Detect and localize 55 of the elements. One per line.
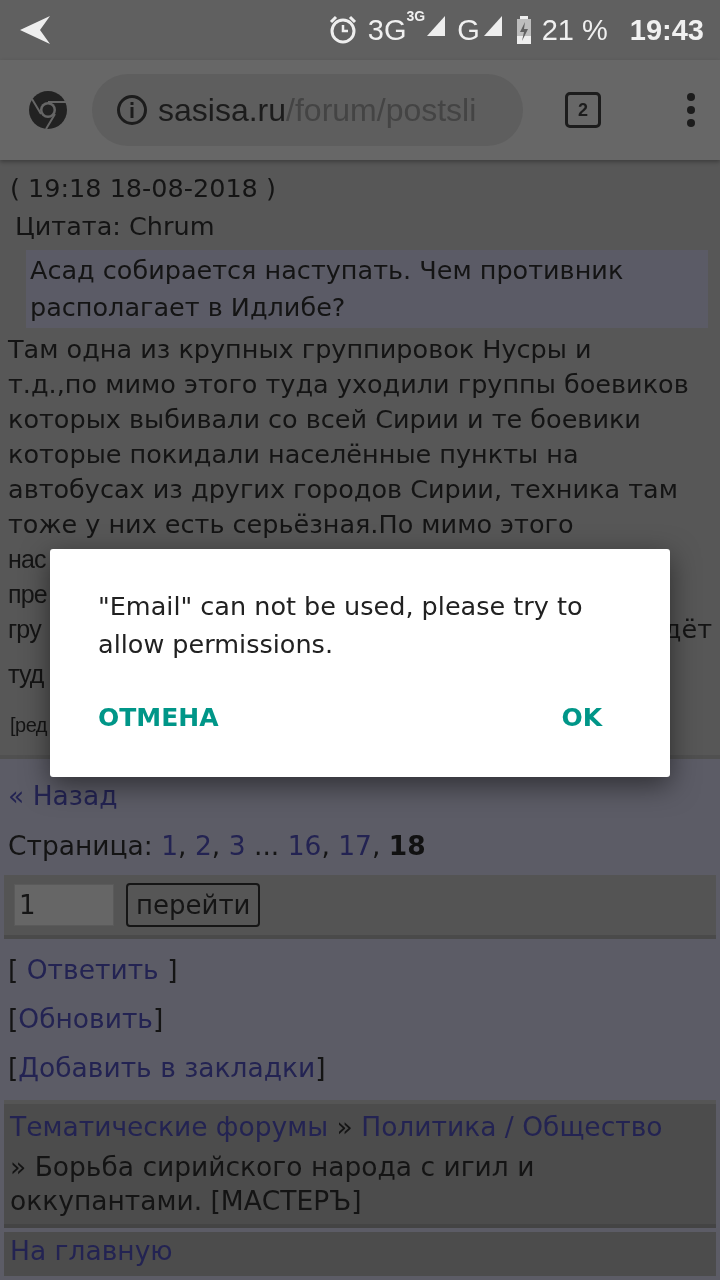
menu-icon[interactable] — [686, 92, 696, 128]
page-link[interactable]: 16 — [287, 830, 322, 861]
bracket: [ — [8, 1002, 19, 1036]
page-link[interactable]: 2 — [194, 830, 212, 861]
action-link[interactable]: Добавить в закладки — [18, 1051, 316, 1085]
separator: , — [178, 830, 188, 861]
post-text: Там одна из крупных группировок Нусры и — [8, 333, 592, 366]
browser-logo-icon — [28, 90, 68, 130]
bracket: [ — [8, 953, 20, 987]
bracket: ] — [166, 953, 178, 987]
bracket: ] — [315, 1051, 326, 1085]
bracket: ] — [153, 1002, 164, 1036]
dialog-message: "Email" can not be used, please try to allow permissions. — [98, 590, 584, 661]
go-button[interactable]: перейти — [126, 883, 261, 927]
alarm-clock-icon — [327, 15, 358, 45]
topic-title: » Борьба сирийского народа с игил и оккупантами. [МАСТЕРЪ] — [10, 1150, 536, 1218]
dialog-button[interactable]: ОТМЕНА — [98, 699, 219, 737]
quote-author: Цитата: Chrum — [15, 210, 216, 243]
edit-link[interactable]: [ред — [10, 708, 48, 743]
post-text: гру — [8, 614, 41, 645]
bracket: [ — [8, 1051, 19, 1085]
page-link[interactable]: 17 — [338, 830, 372, 861]
post-text: которых выбивали со всей Сирии и те боевики — [8, 403, 641, 436]
post-text: туд — [8, 659, 44, 690]
tab-switcher-button[interactable]: 2 — [565, 92, 601, 128]
current-page: 18 — [388, 830, 426, 861]
back-link[interactable]: « Назад — [8, 779, 118, 813]
separator: , — [372, 830, 382, 861]
separator: , — [321, 830, 331, 861]
post-text: т.д.,по мимо этого туда уходили группы боевиков — [8, 368, 689, 401]
back-arrow-icon[interactable] — [18, 15, 52, 45]
page-number-field[interactable]: 1 — [14, 884, 114, 926]
battery-icon — [515, 16, 532, 44]
separator: , — [211, 830, 222, 861]
action-link[interactable]: Обновить — [18, 1002, 153, 1036]
action-link[interactable]: Ответить — [26, 953, 159, 987]
separator: ... — [252, 830, 281, 861]
clock-time: 19:43 — [629, 13, 704, 47]
page-link[interactable]: 3 — [228, 830, 246, 861]
separator: » — [335, 1110, 354, 1144]
post-date: ( 19:18 18-08-2018 ) — [10, 172, 277, 205]
post-text: автобусах из других городов Сирии, техника там — [8, 473, 678, 506]
post-text: тоже у них есть серьёзная.По мимо этого — [8, 508, 574, 541]
page-link[interactable]: 1 — [161, 830, 179, 861]
network-type: 3G — [367, 13, 407, 47]
post-text: которые покидали населённые пункты на — [8, 438, 579, 471]
post-text: нас — [8, 544, 46, 575]
post-text: пре — [8, 579, 47, 610]
quote-text: Асад собирается наступать. Чем противник располагает в Идлибе? — [26, 250, 708, 328]
dialog-button[interactable]: OK — [561, 699, 602, 737]
battery-percent: 21 % — [541, 13, 608, 47]
page-label: Страница: — [8, 830, 154, 861]
info-icon — [116, 94, 148, 126]
network-sub-label: 3G — [406, 7, 426, 24]
network-type: G — [457, 13, 480, 47]
